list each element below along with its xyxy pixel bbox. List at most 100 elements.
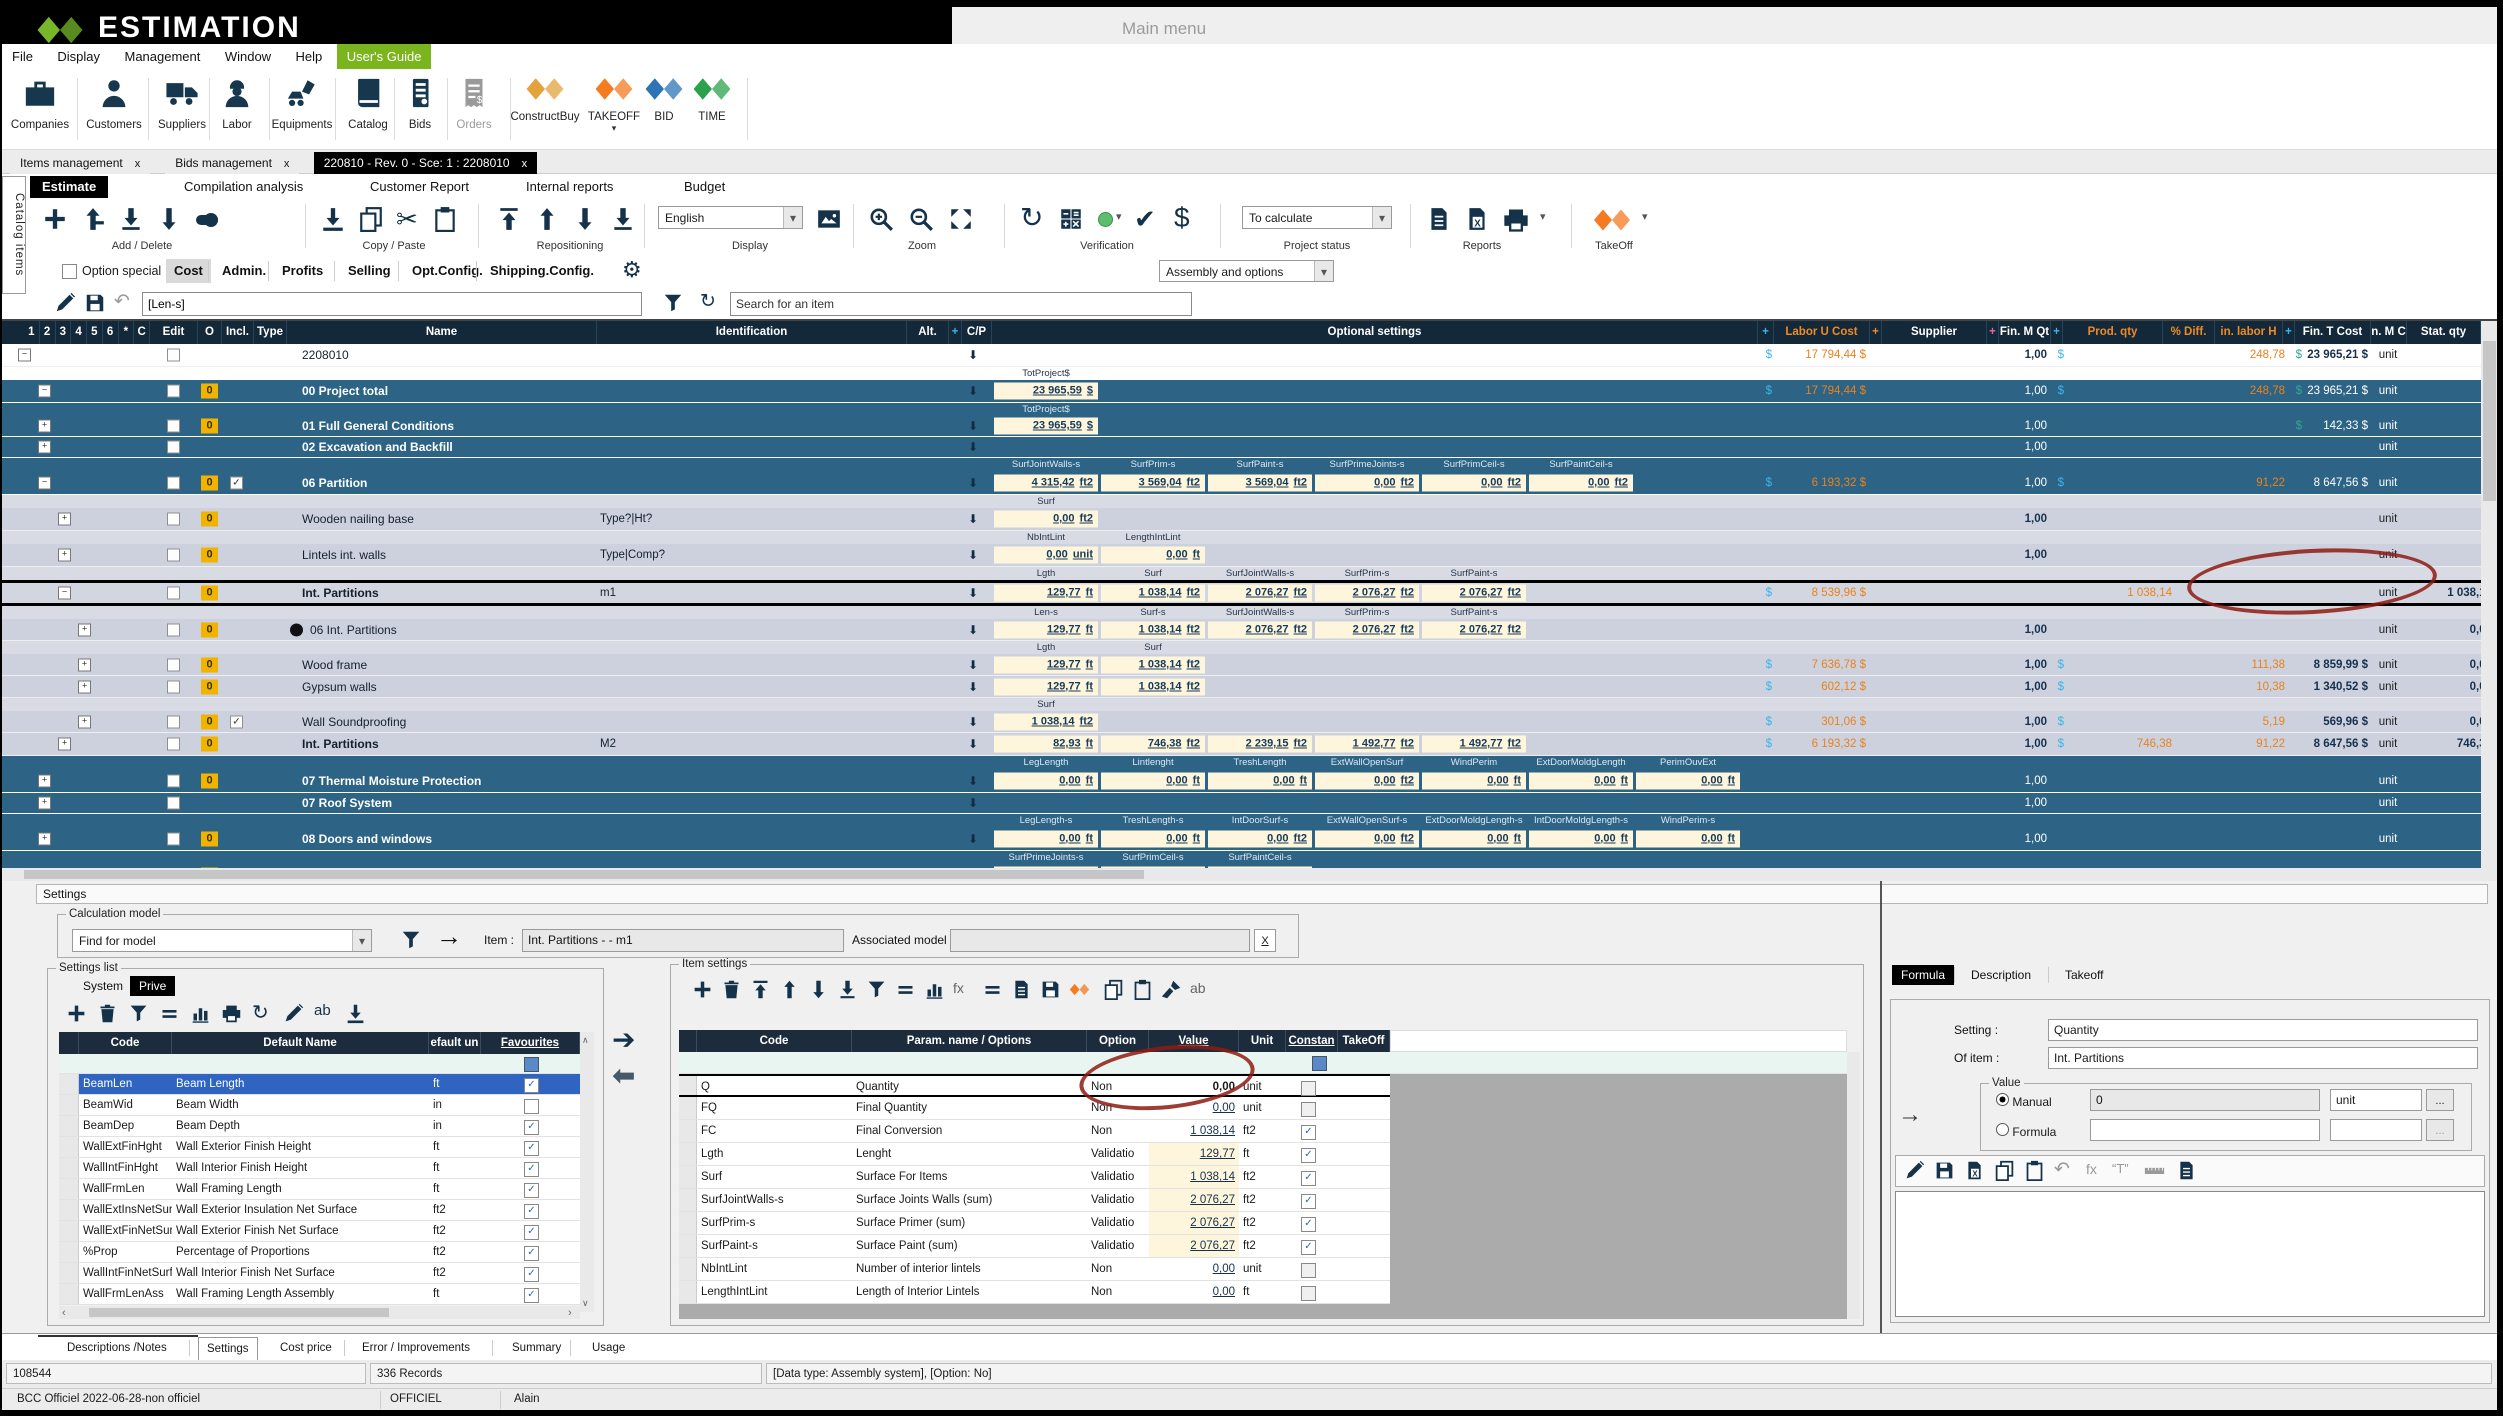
import-icon[interactable] (345, 1003, 366, 1024)
optional-setting-value[interactable]: 82,93 ft (994, 736, 1098, 753)
chart-icon[interactable] (190, 1003, 211, 1024)
delete-icon[interactable] (721, 979, 742, 1000)
pricing-tab-admin[interactable]: Admin. (214, 259, 274, 283)
paste-special-icon[interactable] (320, 206, 346, 232)
row-selector[interactable] (679, 1258, 697, 1280)
edit-icon[interactable] (283, 1003, 304, 1024)
filter-icon[interactable] (128, 1003, 149, 1024)
optional-setting-value[interactable]: 1 492,77 ft2 (1315, 736, 1419, 753)
edit-checkbox[interactable] (167, 832, 180, 845)
option-special-checkbox[interactable] (62, 264, 77, 279)
toolbar-companies[interactable]: Companies (2, 76, 78, 131)
item-settings-row[interactable]: SurfPrim-sSurface Primer (sum)Validatio2… (679, 1212, 1390, 1235)
column-header[interactable]: Alt. (907, 321, 949, 344)
copy-down-arrow-icon[interactable]: ⬇ (968, 737, 978, 751)
edit-checkbox[interactable] (167, 549, 180, 562)
option-cell[interactable]: 0 (201, 657, 218, 672)
move-up-icon[interactable] (534, 206, 560, 232)
toolbar-equipments[interactable]: Equipments (264, 76, 340, 131)
scroll-thumb[interactable] (89, 1308, 389, 1317)
find-model-dropdown[interactable]: Find for model▾ (72, 929, 372, 952)
copy-down-arrow-icon[interactable]: ⬇ (968, 680, 978, 694)
excel-icon[interactable] (1964, 1160, 1985, 1181)
scroll-down-icon[interactable]: ∨ (582, 1299, 589, 1308)
scroll-right-icon[interactable]: › (568, 1308, 572, 1319)
settings-list-vscrollbar[interactable] (580, 1032, 594, 1312)
optional-setting-value[interactable]: 0,00 ft2 (1422, 474, 1526, 491)
optional-setting-value[interactable]: 2 076,27 ft2 (1208, 585, 1312, 602)
column-header[interactable]: Fin. M Qt (1999, 321, 2051, 344)
row-selector[interactable] (59, 1137, 79, 1157)
pricing-tab-profits[interactable]: Profits (274, 259, 331, 283)
optional-setting-value[interactable]: 4 315,42 ft2 (994, 474, 1098, 491)
item-settings-header[interactable]: Code (697, 1030, 852, 1052)
formula-tab-description[interactable]: Description (1962, 965, 2040, 985)
option-cell[interactable]: 0 (201, 737, 218, 752)
row-selector[interactable] (59, 1116, 79, 1136)
grid-horizontal-scrollbar[interactable] (2, 868, 2497, 881)
settings-list-hscrollbar[interactable] (59, 1306, 580, 1319)
copy-icon[interactable] (1994, 1160, 2015, 1181)
favourite-checkbox[interactable]: ✓ (524, 1162, 539, 1177)
copy-icon[interactable] (1103, 979, 1124, 1000)
item-settings-row[interactable]: LgthLenghtValidatio129,77ft✓ (679, 1143, 1390, 1166)
optional-setting-value[interactable]: 1 038,14 ft2 (1101, 621, 1205, 638)
row-selector[interactable] (679, 1076, 697, 1095)
optional-setting-value[interactable]: 0,00 unit (994, 547, 1098, 564)
option-cell[interactable]: 0 (201, 831, 218, 846)
grid-row[interactable]: +02 Excavation and Backfill⬇1,00unit (2, 437, 2481, 458)
formula-unit-field[interactable] (2330, 1119, 2422, 1141)
item-settings-row[interactable]: FQFinal QuantityNon0,00unit (679, 1097, 1390, 1120)
column-header[interactable]: n. M C (2371, 321, 2407, 344)
grid-row[interactable]: +07 Roof System⬇1,00unit (2, 793, 2481, 814)
filter-checkbox[interactable] (1312, 1056, 1327, 1071)
refresh-icon[interactable]: ↻ (252, 1003, 269, 1023)
bottom-tab-costprice[interactable]: Cost price (272, 1337, 340, 1360)
view-tab-compilation-analysis[interactable]: Compilation analysis (172, 176, 315, 198)
grid-row[interactable]: +0Wooden nailing baseType?|Ht?⬇0,00 ft21… (2, 508, 2481, 531)
formula-ellipsis-button[interactable]: ... (2426, 1119, 2454, 1141)
optional-setting-value[interactable]: 1 038,14 ft2 (994, 713, 1098, 730)
column-header[interactable]: in. labor H (2215, 321, 2283, 344)
formula-input[interactable] (142, 292, 642, 316)
settings-list-row[interactable]: WallIntFinNetSurfWall Interior Finish Ne… (59, 1263, 580, 1284)
toolbar-time[interactable]: TIME (674, 76, 750, 123)
param-value[interactable]: 2 076,27 (1149, 1212, 1239, 1234)
optional-setting-value[interactable]: 1 038,14 ft2 (1101, 656, 1205, 673)
grid-row[interactable]: −0Int. Partitionsm1⬇129,77 ft1 038,14 ft… (2, 580, 2481, 606)
item-settings-header[interactable]: TakeOff (1338, 1030, 1390, 1052)
filter-checkbox[interactable] (524, 1057, 539, 1072)
copy-down-arrow-icon[interactable]: ⬇ (968, 623, 978, 637)
collapse-icon[interactable]: − (18, 349, 31, 362)
copy-down-arrow-icon[interactable]: ⬇ (968, 476, 978, 490)
item-settings-row[interactable]: FCFinal ConversionNon1 038,14ft2✓ (679, 1120, 1390, 1143)
favourite-checkbox[interactable]: ✓ (524, 1078, 539, 1093)
column-header[interactable]: + (2051, 321, 2063, 344)
optional-setting-value[interactable]: 129,77 ft (994, 621, 1098, 638)
option-cell[interactable]: 0 (201, 714, 218, 729)
item-settings-row[interactable]: SurfSurface For ItemsValidatio1 038,14ft… (679, 1166, 1390, 1189)
option-cell[interactable]: 0 (201, 773, 218, 788)
settings-list-row[interactable]: %PropPercentage of Proportionsft2✓ (59, 1242, 580, 1263)
column-header[interactable]: Identification (597, 321, 907, 344)
row-selector[interactable] (59, 1158, 79, 1178)
menu-file[interactable]: File (2, 44, 43, 69)
menu-window[interactable]: Window (215, 44, 281, 69)
toggle-icon[interactable] (194, 208, 220, 232)
ruler-icon[interactable] (2144, 1160, 2165, 1181)
copy-down-arrow-icon[interactable]: ⬇ (968, 586, 978, 600)
option-cell[interactable]: 0 (201, 679, 218, 694)
optional-setting-value[interactable]: 0,00 ft (1529, 772, 1633, 789)
edit-checkbox[interactable] (167, 441, 180, 454)
optional-setting-value[interactable]: 0,00 ft2 (1315, 474, 1419, 491)
settings-list-header[interactable]: efault un (429, 1032, 481, 1054)
option-cell[interactable]: 0 (201, 419, 218, 434)
grid-row[interactable]: +0Int. PartitionsM2⬇82,93 ft746,38 ft22 … (2, 733, 2481, 756)
menu-display[interactable]: Display (47, 44, 110, 69)
constant-checkbox[interactable] (1301, 1081, 1316, 1096)
row-selector[interactable] (679, 1212, 697, 1234)
column-header[interactable]: 3 (56, 321, 72, 344)
expand-icon[interactable]: + (58, 513, 71, 526)
param-value[interactable]: 129,77 (1149, 1143, 1239, 1165)
constant-checkbox[interactable]: ✓ (1301, 1125, 1316, 1140)
